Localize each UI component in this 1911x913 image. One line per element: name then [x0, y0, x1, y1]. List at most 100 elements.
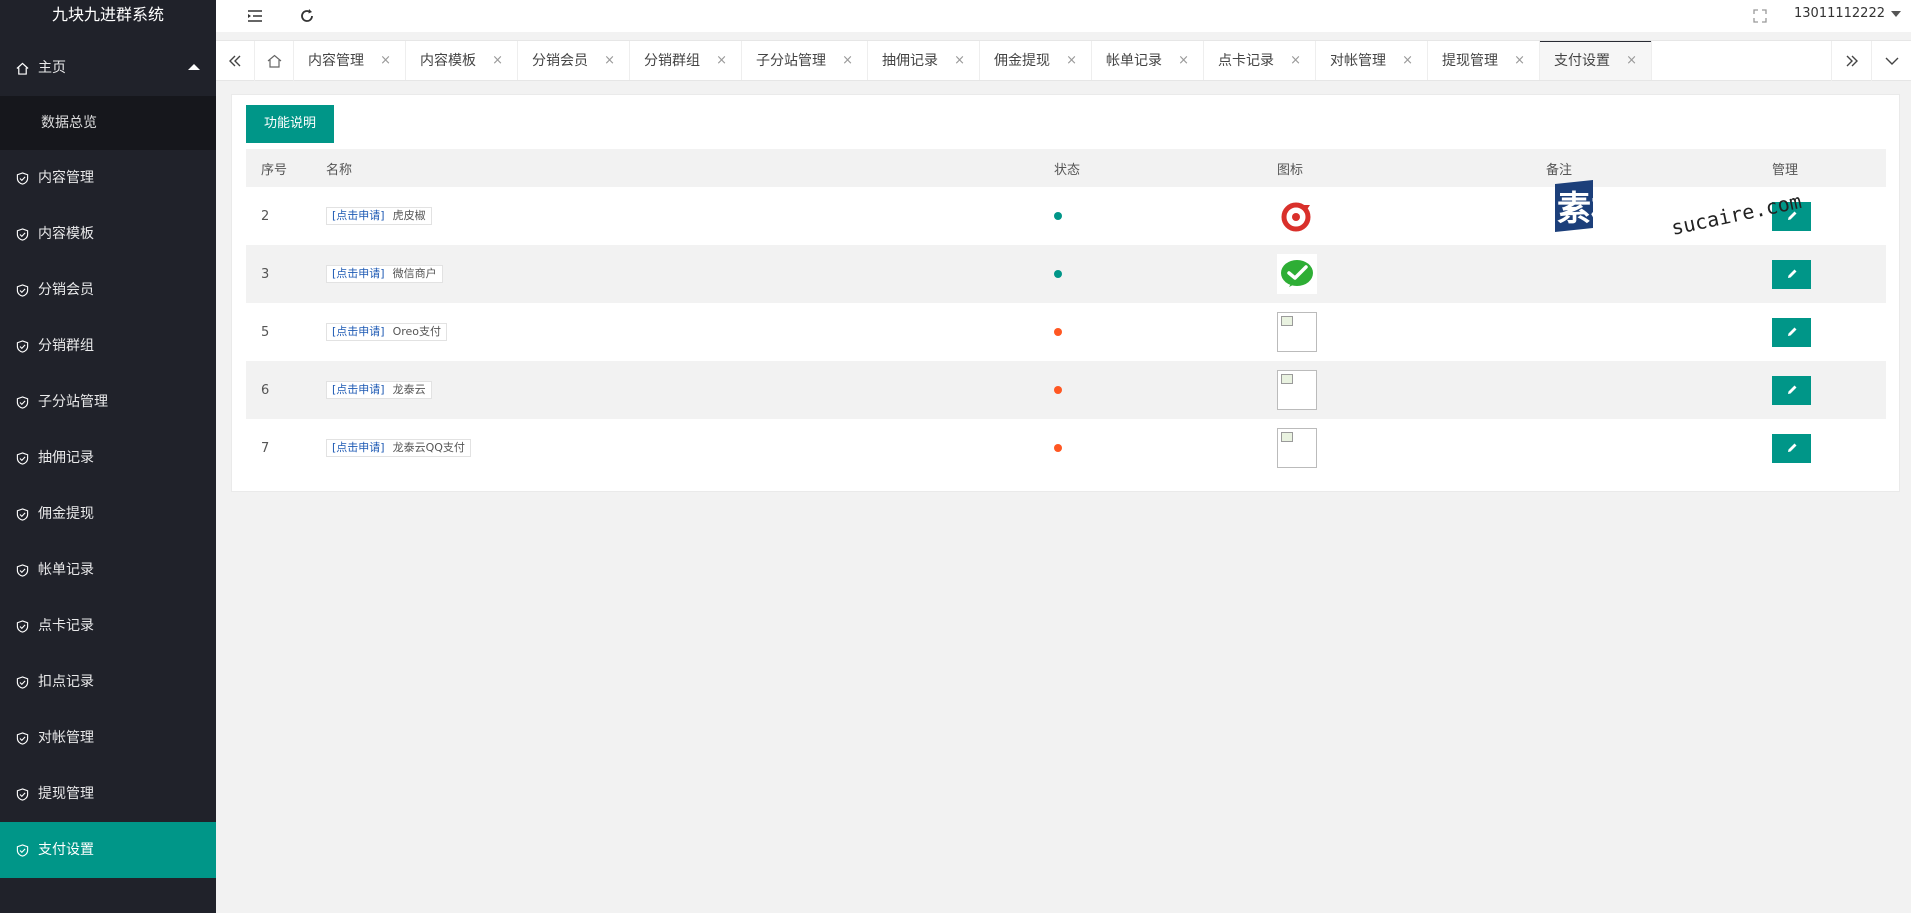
sidebar-item-9[interactable]: 点卡记录 [0, 598, 216, 654]
tab-scroll-right-icon[interactable] [1831, 41, 1871, 81]
payment-name: 微信商户 [392, 267, 437, 280]
tab-12[interactable]: 支付设置 × [1540, 41, 1652, 80]
user-menu[interactable]: 13011112222 [1794, 6, 1901, 21]
close-icon[interactable]: × [842, 41, 853, 80]
sidebar-subitem-overview[interactable]: 数据总览 [0, 96, 216, 150]
tab-home-icon[interactable] [255, 41, 294, 81]
close-icon[interactable]: × [1626, 41, 1637, 80]
payment-settings-panel: 功能说明 序号 名称 状态 图标 备注 管理 2 [点击申请] 虎皮椒 3 [点击申请]… [231, 94, 1900, 492]
sidebar-item-8[interactable]: 帐单记录 [0, 542, 216, 598]
name-tag: [点击申请] 龙泰云QQ支付 [326, 439, 471, 457]
close-icon[interactable]: × [380, 41, 391, 80]
sidebar-item-label: 内容管理 [38, 170, 94, 186]
tab-11[interactable]: 提现管理 × [1428, 41, 1540, 80]
home-icon [16, 62, 29, 75]
apply-link[interactable]: [点击申请] [332, 267, 385, 280]
sidebar-item-label: 对帐管理 [38, 730, 94, 746]
tab-menu-chevron-down-icon[interactable] [1871, 41, 1911, 81]
user-name: 13011112222 [1794, 6, 1885, 21]
tab-4[interactable]: 分销群组 × [630, 41, 742, 80]
sidebar-item-label: 帐单记录 [38, 562, 94, 578]
sidebar-item-5[interactable]: 子分站管理 [0, 374, 216, 430]
close-icon[interactable]: × [716, 41, 727, 80]
watermark-text-en: sucaire.com [1669, 189, 1804, 240]
sidebar-item-12[interactable]: 提现管理 [0, 766, 216, 822]
close-icon[interactable]: × [604, 41, 615, 80]
sidebar-item-6[interactable]: 抽佣记录 [0, 430, 216, 486]
shield-check-icon [16, 507, 29, 521]
fullscreen-icon[interactable] [1749, 5, 1771, 27]
pencil-icon [1787, 327, 1796, 336]
shield-check-icon [16, 451, 29, 465]
payment-icon-cell [1277, 196, 1317, 236]
tab-label: 提现管理 [1442, 53, 1498, 69]
apply-link[interactable]: [点击申请] [332, 383, 385, 396]
tab-label: 支付设置 [1554, 53, 1610, 69]
sidebar-item-13[interactable]: 支付设置 [0, 822, 216, 878]
shield-check-icon [16, 339, 29, 353]
col-id: 序号 [261, 162, 288, 178]
tab-1[interactable]: 内容管理 × [294, 41, 406, 80]
close-icon[interactable]: × [954, 41, 965, 80]
tab-5[interactable]: 子分站管理 × [742, 41, 868, 80]
row-id: 5 [261, 324, 270, 340]
edit-button[interactable] [1772, 375, 1811, 405]
sidebar-item-1[interactable]: 内容管理 [0, 150, 216, 206]
pencil-icon [1787, 443, 1796, 452]
tab-10[interactable]: 对帐管理 × [1316, 41, 1428, 80]
close-icon[interactable]: × [1290, 41, 1301, 80]
payment-icon-cell [1277, 254, 1317, 294]
tab-6[interactable]: 抽佣记录 × [868, 41, 980, 80]
close-icon[interactable]: × [1514, 41, 1525, 80]
name-tag: [点击申请] 虎皮椒 [326, 207, 432, 225]
close-icon[interactable]: × [492, 41, 503, 80]
tab-bar: 内容管理 × 内容模板 × 分销会员 × 分销群组 × 子分站管理 × 抽佣记录 × 佣金提现 × 帐单记录… [216, 40, 1911, 81]
table-row: 6 [点击申请] 龙泰云 [246, 361, 1886, 419]
col-icon: 图标 [1277, 162, 1304, 178]
tab-7[interactable]: 佣金提现 × [980, 41, 1092, 80]
tab-label: 佣金提现 [994, 53, 1050, 69]
menu-fold-icon[interactable] [244, 5, 266, 27]
app-title: 九块九进群系统 [51, 5, 164, 24]
edit-button[interactable] [1772, 433, 1811, 463]
row-id: 6 [261, 382, 270, 398]
payment-icon-cell [1277, 428, 1317, 468]
row-remark [1531, 245, 1757, 303]
sidebar-item-11[interactable]: 对帐管理 [0, 710, 216, 766]
tab-label: 内容模板 [420, 53, 476, 69]
col-name: 名称 [326, 162, 353, 178]
apply-link[interactable]: [点击申请] [332, 209, 385, 222]
tab-scroll-left-icon[interactable] [216, 41, 255, 81]
tab-3[interactable]: 分销会员 × [518, 41, 630, 80]
edit-button[interactable] [1772, 259, 1811, 289]
broken-image-icon [1277, 428, 1317, 468]
sidebar-item-home[interactable]: 主页 [0, 40, 216, 96]
help-button[interactable]: 功能说明 [246, 105, 335, 143]
shield-check-icon [16, 843, 29, 857]
sidebar-item-10[interactable]: 扣点记录 [0, 654, 216, 710]
sidebar-item-7[interactable]: 佣金提现 [0, 486, 216, 542]
apply-link[interactable]: [点击申请] [332, 325, 385, 338]
chevron-up-icon [188, 64, 200, 70]
tab-8[interactable]: 帐单记录 × [1092, 41, 1204, 80]
pencil-icon [1787, 385, 1796, 394]
close-icon[interactable]: × [1066, 41, 1077, 80]
sidebar-item-4[interactable]: 分销群组 [0, 318, 216, 374]
sidebar-item-label: 分销群组 [38, 338, 94, 354]
sidebar-item-2[interactable]: 内容模板 [0, 206, 216, 262]
tab-2[interactable]: 内容模板 × [406, 41, 518, 80]
shield-check-icon [16, 675, 29, 689]
close-icon[interactable]: × [1402, 41, 1413, 80]
broken-image-icon [1277, 370, 1317, 410]
sidebar-item-label: 内容模板 [38, 226, 94, 242]
refresh-icon[interactable] [296, 5, 318, 27]
wechat-pay-icon [1277, 254, 1317, 294]
edit-button[interactable] [1772, 317, 1811, 347]
apply-link[interactable]: [点击申请] [332, 441, 385, 454]
sidebar-item-label: 抽佣记录 [38, 450, 94, 466]
tab-9[interactable]: 点卡记录 × [1204, 41, 1316, 80]
status-dot [1054, 211, 1062, 220]
close-icon[interactable]: × [1178, 41, 1189, 80]
sidebar-item-3[interactable]: 分销会员 [0, 262, 216, 318]
col-status: 状态 [1054, 162, 1081, 178]
